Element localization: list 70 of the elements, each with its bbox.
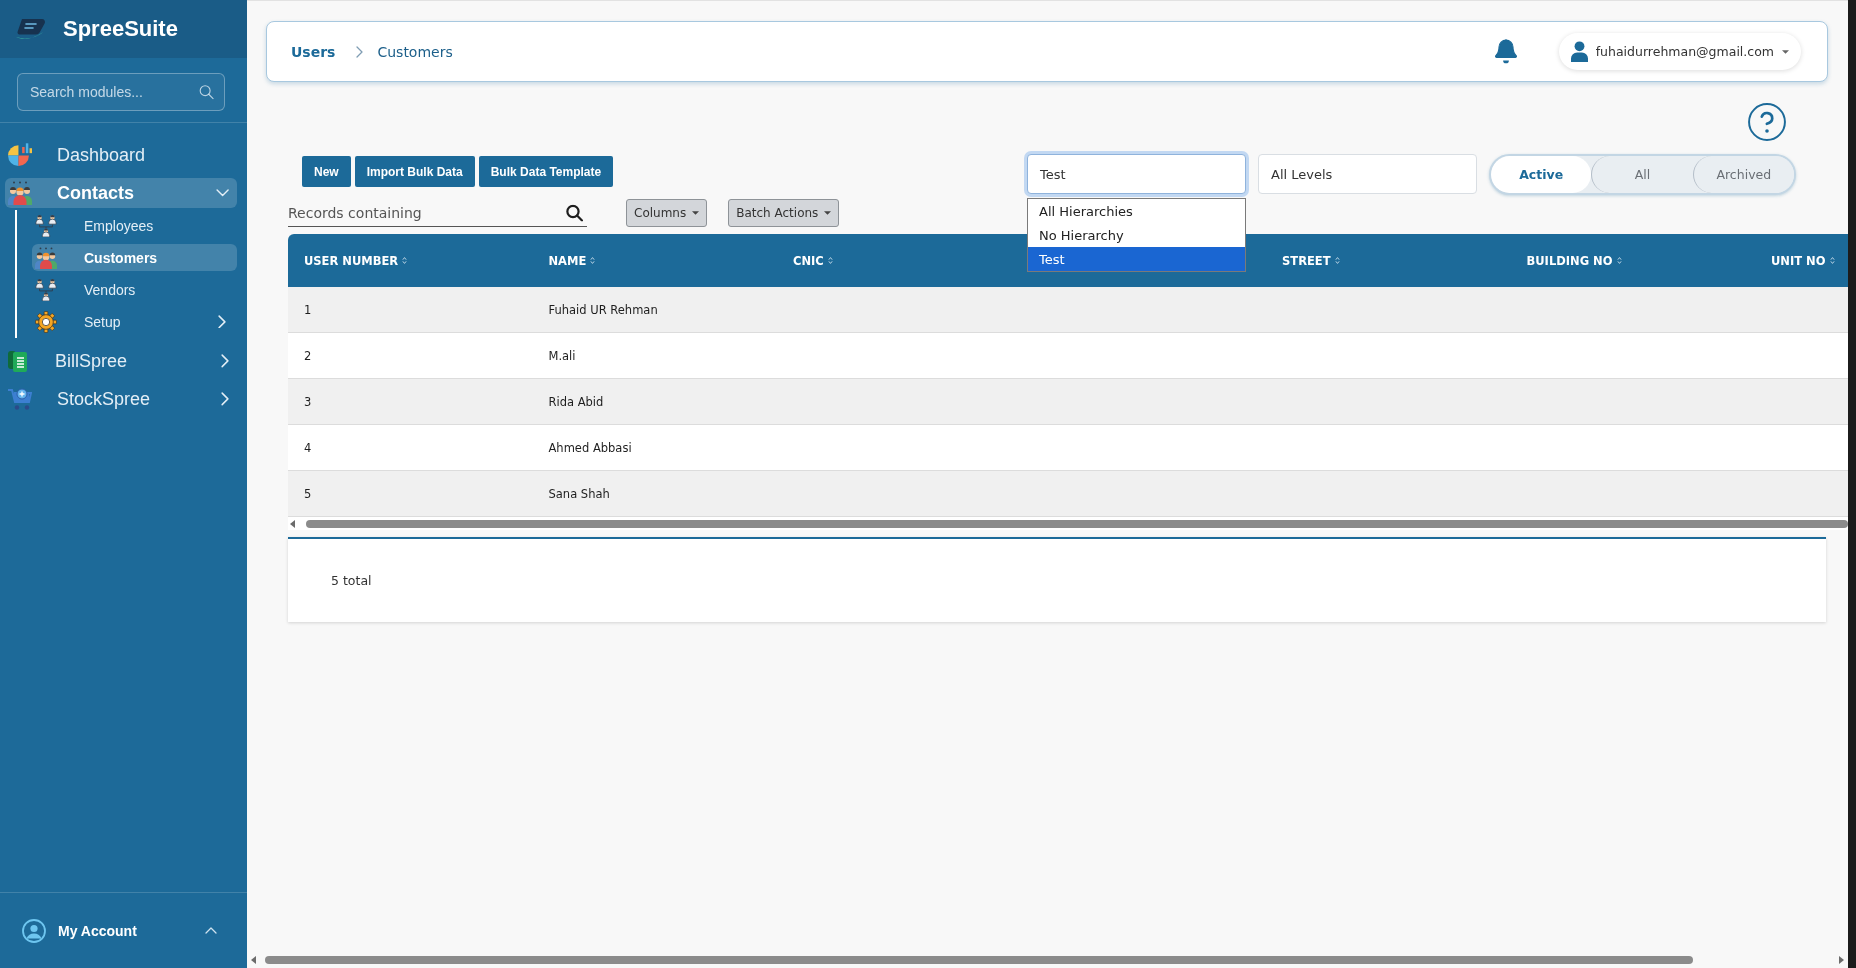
action-button[interactable]: Bulk Data Template: [478, 156, 614, 187]
sort-icon[interactable]: [590, 256, 596, 265]
table-cell-text: 2: [303, 347, 313, 365]
dropdown-button[interactable]: Batch Actions: [728, 199, 840, 227]
dropdown-option[interactable]: Test: [1028, 247, 1245, 271]
nav-subitem[interactable]: Setup: [32, 308, 237, 335]
sort-icon[interactable]: [1829, 256, 1835, 265]
nav-subitem[interactable]: Vendors: [32, 276, 237, 303]
column-header[interactable]: UNIT NO: [1771, 253, 1826, 268]
column-header[interactable]: USER NUMBER: [304, 253, 399, 268]
help-icon[interactable]: [1748, 103, 1786, 141]
caret-down-icon: [824, 211, 832, 215]
caret-down-icon: [692, 211, 700, 215]
breadcrumb-link[interactable]: Users: [291, 43, 336, 60]
people-group-icon: [8, 181, 32, 205]
column-header[interactable]: BUILDING NO: [1526, 253, 1613, 268]
scrollbar-thumb[interactable]: [306, 519, 1848, 528]
records-search-field[interactable]: Records containing: [288, 199, 587, 227]
action-button[interactable]: Import Bulk Data: [354, 156, 475, 187]
nav-item[interactable]: BillSpree: [5, 346, 237, 376]
sort-icon[interactable]: [827, 256, 833, 265]
user-circle-icon: [22, 918, 46, 943]
sort-icon[interactable]: [1334, 256, 1340, 265]
hierarchy-select[interactable]: Test: [1027, 154, 1246, 194]
total-count: 5 total: [331, 573, 372, 588]
brand-name: SpreeSuite: [63, 16, 178, 42]
nav-item[interactable]: Contacts: [5, 178, 237, 208]
sort-icon[interactable]: [402, 256, 408, 265]
cart-icon: [8, 387, 32, 411]
scrollbar-thumb[interactable]: [265, 955, 1693, 964]
column-header[interactable]: CNIC: [793, 253, 824, 268]
column-header[interactable]: STREET: [1282, 253, 1331, 268]
triangle-right-icon[interactable]: [1839, 955, 1844, 964]
action-button[interactable]: New: [302, 156, 351, 187]
user-menu[interactable]: fuhaidurrehman@gmail.com: [1558, 33, 1801, 70]
table-cell-text: Ahmed Abbasi: [547, 439, 633, 457]
pie-chart-icon: [8, 143, 32, 167]
caret-down-icon: [1782, 49, 1789, 54]
people-group-icon: [35, 246, 57, 269]
table-cell-text: Fuhaid UR Rehman: [547, 301, 659, 319]
search-icon[interactable]: [566, 204, 583, 222]
gear-icon: [35, 310, 57, 333]
status-tab[interactable]: Active: [1491, 156, 1592, 193]
column-header[interactable]: NAME: [548, 253, 587, 268]
people-network-icon: [35, 278, 57, 301]
sort-icon[interactable]: [1616, 256, 1622, 265]
table-cell-text: Sana Shah: [547, 485, 611, 503]
logo-icon: [16, 18, 46, 40]
level-select[interactable]: All Levels: [1258, 154, 1477, 194]
nav-subitem[interactable]: Customers: [32, 244, 237, 271]
user-icon: [1570, 41, 1588, 62]
nav-item[interactable]: StockSpree: [5, 384, 237, 414]
spreadsheet-icon: [8, 349, 30, 373]
table-cell-text: M.ali: [547, 347, 577, 365]
dropdown-button[interactable]: Columns: [626, 199, 708, 227]
status-tab[interactable]: All: [1591, 156, 1693, 193]
breadcrumb-current: Customers: [377, 43, 453, 60]
table-cell-text: 1: [303, 301, 313, 319]
table-cell-text: 4: [303, 439, 313, 457]
nav-subitem[interactable]: Employees: [32, 212, 237, 239]
chevron-right-icon: [356, 45, 364, 58]
bell-icon[interactable]: [1494, 38, 1517, 65]
nav-item[interactable]: Dashboard: [5, 140, 237, 170]
table-cell-text: 5: [303, 485, 313, 503]
table-cell-text: 3: [303, 393, 313, 411]
people-network-icon: [35, 214, 57, 237]
table-cell-text: Rida Abid: [547, 393, 605, 411]
status-tab[interactable]: Archived: [1692, 156, 1794, 193]
triangle-left-icon[interactable]: [290, 519, 295, 528]
triangle-left-icon[interactable]: [251, 955, 256, 964]
